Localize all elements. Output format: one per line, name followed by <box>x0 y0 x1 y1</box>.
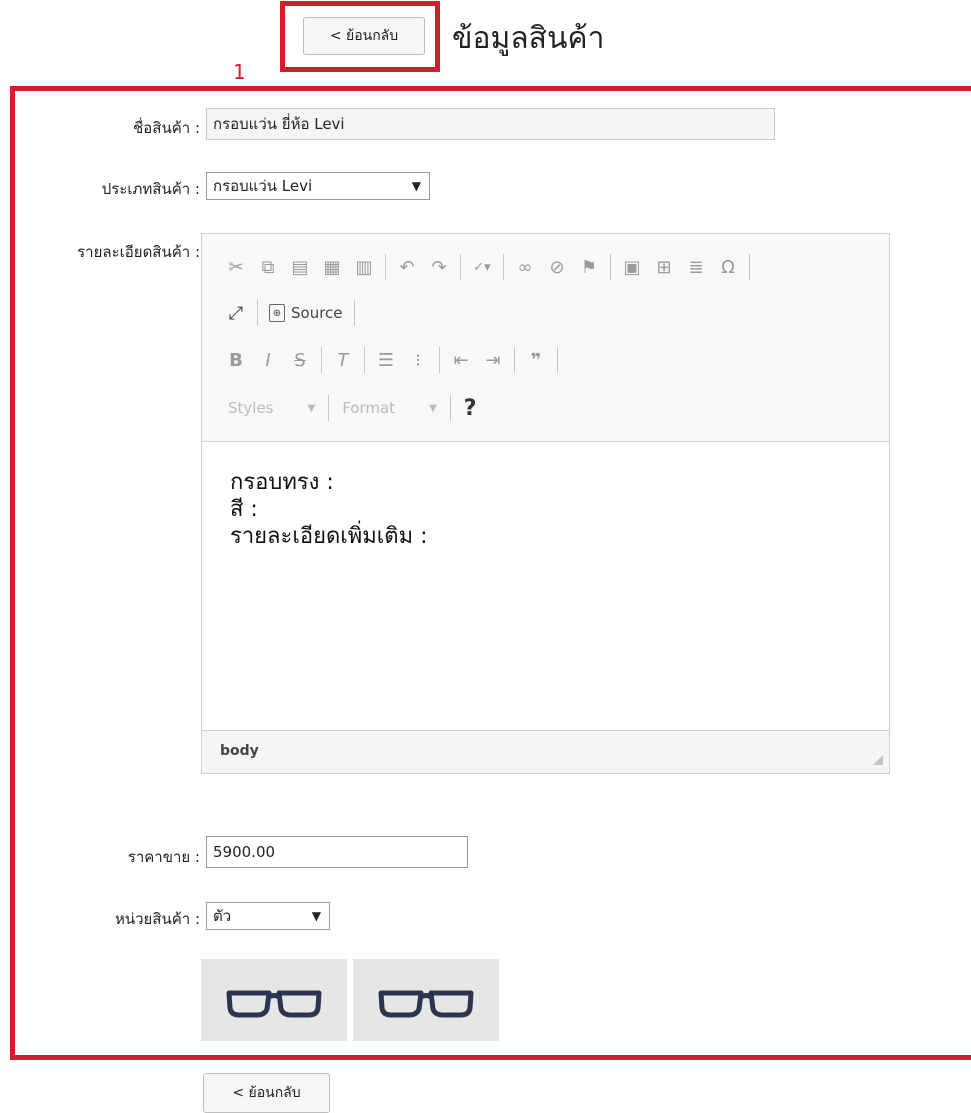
format-dropdown[interactable]: Format ▼ <box>334 399 445 417</box>
strikethrough-icon[interactable]: S <box>284 345 316 375</box>
chevron-down-icon: ▼ <box>411 179 421 193</box>
toolbar-row-3: B I S T ☰ ⁝ ⇤ ⇥ ❞ <box>220 342 563 378</box>
unit-select-value: ตัว <box>213 907 232 925</box>
help-button[interactable]: ? <box>456 396 485 421</box>
toolbar-separator <box>257 300 258 326</box>
maximize-icon[interactable]: ⤢ <box>220 298 252 328</box>
undo-icon[interactable]: ↶ <box>391 252 423 282</box>
toolbar-separator <box>460 254 461 280</box>
back-button-top[interactable]: < ย้อนกลับ <box>303 17 425 55</box>
bulleted-list-icon[interactable]: ⁝ <box>402 345 434 375</box>
category-select[interactable]: กรอบแว่น Levi ▼ <box>206 172 430 200</box>
source-label: Source <box>291 304 343 322</box>
toolbar-row-2: ⤢ ⊕ Source <box>220 295 360 331</box>
toolbar-row-4: Styles ▼ Format ▼ ? <box>220 390 485 426</box>
name-label: ชื่อสินค้า : <box>133 119 200 137</box>
toolbar-separator <box>449 395 451 421</box>
element-path[interactable]: body <box>220 743 259 759</box>
paste-icon[interactable]: ▤ <box>284 252 316 282</box>
toolbar-separator <box>610 254 611 280</box>
annotation-marker: 1 <box>233 60 246 84</box>
toolbar-separator <box>353 300 355 326</box>
editor-content[interactable]: กรอบทรง : สี : รายละเอียดเพิ่มเติม : <box>230 469 428 550</box>
anchor-flag-icon[interactable]: ⚑ <box>573 252 605 282</box>
price-label: ราคาขาย : <box>127 848 200 866</box>
paste-word-icon[interactable]: ▥ <box>348 252 380 282</box>
details-label: รายละเอียดสินค้า : <box>77 243 200 261</box>
decrease-indent-icon[interactable]: ⇤ <box>445 345 477 375</box>
remove-format-icon[interactable]: T <box>327 345 359 375</box>
toolbar-separator <box>749 254 750 280</box>
editor-toolbar: ✂ ⧉ ▤ ▦ ▥ ↶ ↷ ✓▾ ∞ ⊘ ⚑ ▣ ⊞ ≣ Ω ⤢ ⊕ Sourc… <box>202 234 889 442</box>
resize-handle-icon[interactable] <box>873 755 883 765</box>
product-image[interactable] <box>353 959 499 1041</box>
source-button[interactable]: ⊕ Source <box>263 304 349 322</box>
toolbar-separator <box>385 254 386 280</box>
redo-icon[interactable]: ↷ <box>423 252 455 282</box>
content-line: รายละเอียดเพิ่มเติม : <box>230 524 428 549</box>
copy-icon[interactable]: ⧉ <box>252 252 284 282</box>
spellcheck-icon[interactable]: ✓▾ <box>466 252 498 282</box>
price-field[interactable]: 5900.00 <box>206 836 468 868</box>
numbered-list-icon[interactable]: ☰ <box>370 345 402 375</box>
blockquote-icon[interactable]: ❞ <box>520 345 552 375</box>
horizontal-line-icon[interactable]: ≣ <box>680 252 712 282</box>
chevron-down-icon: ▼ <box>307 402 316 414</box>
source-icon: ⊕ <box>269 304 285 322</box>
format-label: Format <box>342 399 396 417</box>
chevron-down-icon: ▼ <box>429 402 437 414</box>
rich-text-editor[interactable]: ✂ ⧉ ▤ ▦ ▥ ↶ ↷ ✓▾ ∞ ⊘ ⚑ ▣ ⊞ ≣ Ω ⤢ ⊕ Sourc… <box>201 233 890 774</box>
special-char-icon[interactable]: Ω <box>712 252 744 282</box>
back-button-bottom[interactable]: < ย้อนกลับ <box>203 1073 330 1113</box>
unlink-icon[interactable]: ⊘ <box>541 252 573 282</box>
editor-statusbar: body <box>202 730 889 773</box>
product-image[interactable] <box>201 959 347 1041</box>
toolbar-separator <box>557 347 558 373</box>
page-title: ข้อมูลสินค้า <box>452 21 605 56</box>
cut-icon[interactable]: ✂ <box>220 252 252 282</box>
toolbar-separator <box>328 395 330 421</box>
paste-text-icon[interactable]: ▦ <box>316 252 348 282</box>
chevron-down-icon: ▼ <box>311 909 321 923</box>
increase-indent-icon[interactable]: ⇥ <box>477 345 509 375</box>
bold-icon[interactable]: B <box>220 345 252 375</box>
italic-icon[interactable]: I <box>252 345 284 375</box>
toolbar-separator <box>503 254 504 280</box>
toolbar-row-1: ✂ ⧉ ▤ ▦ ▥ ↶ ↷ ✓▾ ∞ ⊘ ⚑ ▣ ⊞ ≣ Ω <box>220 249 755 285</box>
unit-select[interactable]: ตัว ▼ <box>206 902 330 930</box>
toolbar-separator <box>439 347 440 373</box>
styles-label: Styles <box>228 399 274 417</box>
toolbar-separator <box>321 347 322 373</box>
toolbar-separator <box>364 347 365 373</box>
styles-dropdown[interactable]: Styles ▼ <box>220 399 323 417</box>
toolbar-separator <box>514 347 515 373</box>
content-line: กรอบทรง : <box>230 470 334 495</box>
unit-label: หน่วยสินค้า : <box>114 910 200 928</box>
content-line: สี : <box>230 497 258 522</box>
image-icon[interactable]: ▣ <box>616 252 648 282</box>
category-select-value: กรอบแว่น Levi <box>213 177 313 195</box>
link-icon[interactable]: ∞ <box>509 252 541 282</box>
category-label: ประเภทสินค้า : <box>101 180 200 198</box>
name-field[interactable]: กรอบแว่น ยี่ห้อ Levi <box>206 108 775 140</box>
table-icon[interactable]: ⊞ <box>648 252 680 282</box>
